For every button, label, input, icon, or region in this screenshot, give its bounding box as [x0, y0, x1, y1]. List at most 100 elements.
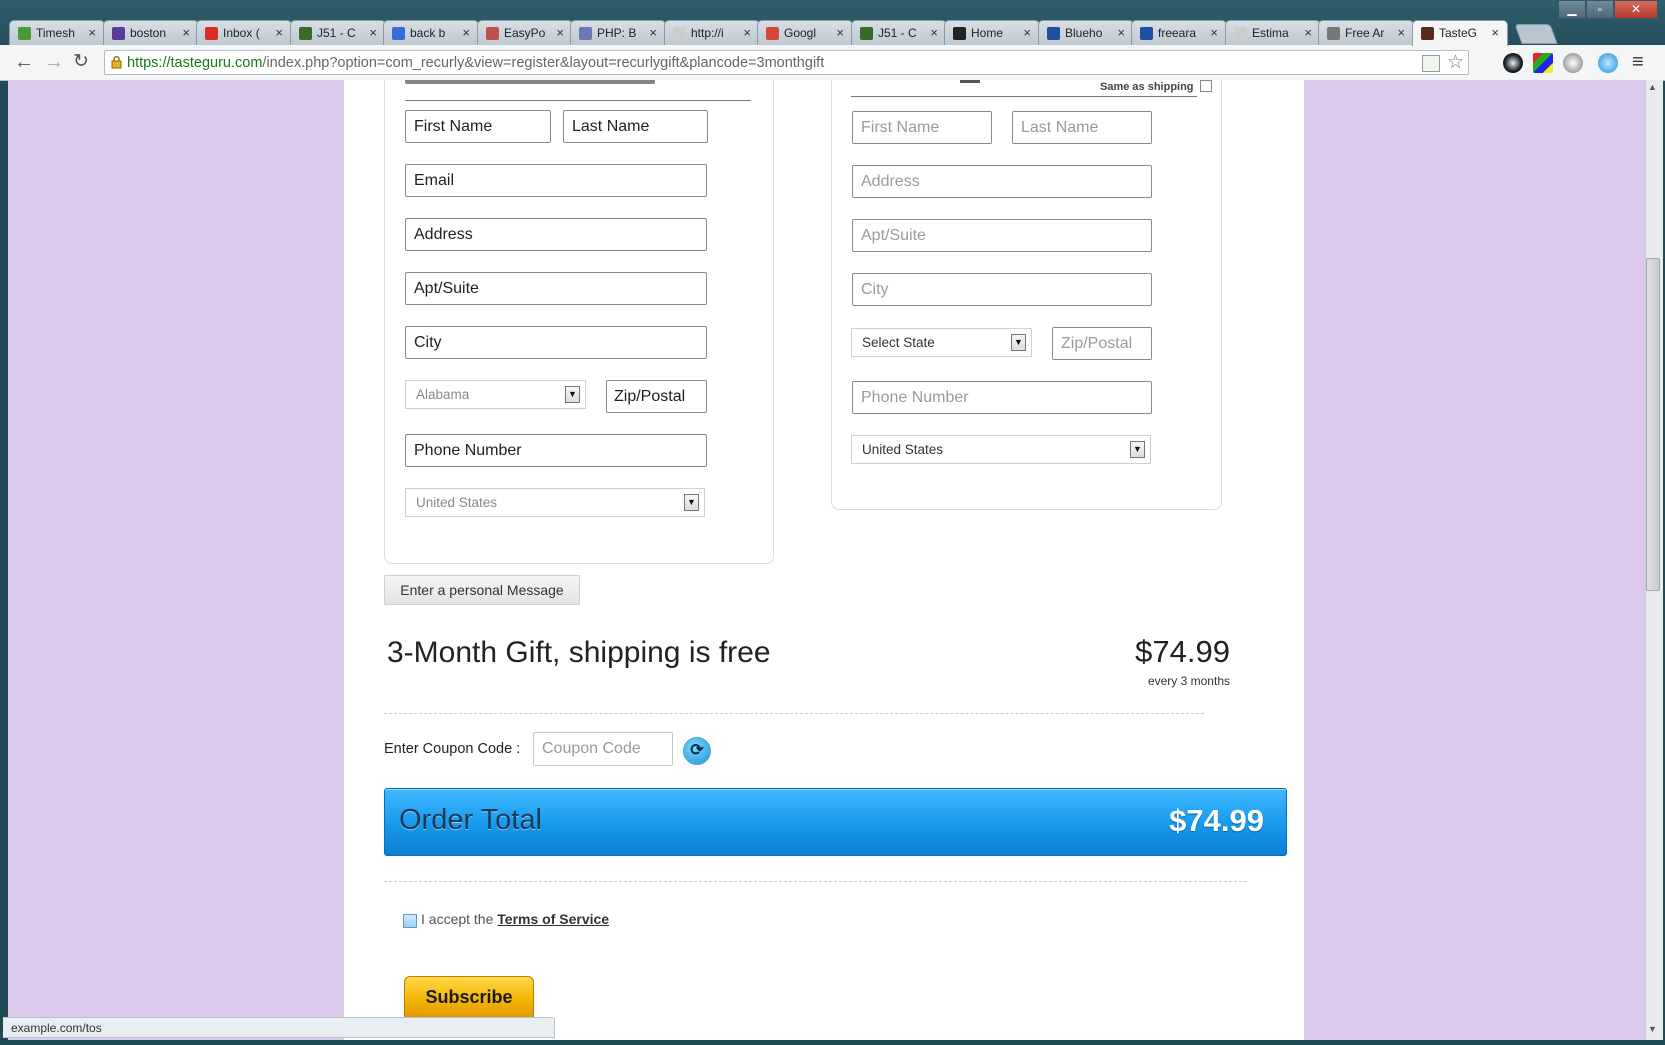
extension-icon-3[interactable]	[1563, 53, 1583, 73]
back-icon[interactable]: ←	[14, 52, 34, 72]
same-as-shipping-checkbox[interactable]	[1200, 80, 1212, 92]
leaf-icon	[18, 27, 31, 40]
new-tab-button[interactable]	[1514, 24, 1558, 44]
shipping-city-input[interactable]	[405, 326, 707, 359]
terms-of-service-link[interactable]: Terms of Service	[497, 911, 609, 927]
close-tab-icon[interactable]: ×	[930, 25, 938, 40]
shipping-country-select[interactable]: United States ▼	[405, 488, 705, 517]
terms-checkbox[interactable]	[403, 914, 417, 928]
close-tab-icon[interactable]: ×	[1304, 25, 1312, 40]
browser-tab[interactable]: back b ×	[383, 20, 479, 45]
billing-address-input[interactable]	[852, 165, 1152, 198]
order-total-bar: Order Total $74.99	[384, 788, 1287, 856]
scroll-down-arrow-icon[interactable]: ▼	[1648, 1024, 1657, 1034]
browser-tab[interactable]: J51 - C ×	[290, 20, 386, 45]
plan-divider	[384, 713, 1204, 714]
billing-zip-input[interactable]	[1052, 327, 1152, 360]
browser-tab[interactable]: Timesh ×	[9, 20, 105, 45]
close-tab-icon[interactable]: ×	[836, 25, 844, 40]
order-divider	[384, 881, 1247, 882]
browser-tab[interactable]: freeara ×	[1131, 20, 1227, 45]
close-tab-icon[interactable]: ×	[1210, 25, 1218, 40]
browser-tab[interactable]: Inbox ( ×	[196, 20, 292, 45]
browser-tab[interactable]: Googl ×	[757, 20, 853, 45]
billing-country-select[interactable]: United States ▼	[851, 435, 1151, 464]
address-bar[interactable]: https://tasteguru.com/index.php?option=c…	[104, 50, 1469, 75]
coupon-input[interactable]	[533, 732, 673, 766]
shipping-first-name-input[interactable]	[405, 110, 551, 143]
shipping-last-name-input[interactable]	[563, 110, 708, 143]
browser-tab[interactable]: PHP: B ×	[570, 20, 666, 45]
browser-tab[interactable]: EasyPo ×	[477, 20, 573, 45]
shipping-apt-input[interactable]	[405, 272, 707, 305]
shipping-state-select[interactable]: Alabama ▼	[405, 380, 586, 409]
billing-city-input[interactable]	[852, 273, 1152, 306]
browser-tab[interactable]: TasteG ×	[1412, 20, 1508, 46]
page-action-icon[interactable]	[1422, 55, 1440, 72]
close-tab-icon[interactable]: ×	[369, 25, 377, 40]
shipping-zip-input[interactable]	[606, 380, 707, 413]
scroll-thumb[interactable]	[1646, 258, 1660, 591]
close-tab-icon[interactable]: ×	[182, 25, 190, 40]
reload-icon[interactable]: ↻	[73, 52, 89, 72]
j51-icon	[860, 27, 873, 40]
url-host: tasteguru.com	[170, 55, 263, 71]
browser-tab[interactable]: http://i ×	[664, 20, 760, 45]
tab-label: J51 - C	[878, 26, 917, 40]
extension-icon-1[interactable]	[1503, 53, 1523, 73]
close-tab-icon[interactable]: ×	[556, 25, 564, 40]
browser-tab[interactable]: Free Ar ×	[1318, 20, 1414, 45]
gmail-icon	[205, 27, 218, 40]
scroll-up-arrow-icon[interactable]: ▲	[1648, 82, 1657, 92]
browser-tab[interactable]: Estima ×	[1225, 20, 1321, 45]
close-tab-icon[interactable]: ×	[1023, 25, 1031, 40]
tab-label: Timesh	[36, 26, 75, 40]
tab-label: Inbox (	[223, 26, 260, 40]
refresh-icon[interactable]: ⟳	[683, 737, 711, 765]
url-text: https://tasteguru.com/index.php?option=c…	[127, 55, 824, 71]
billing-country-value: United States	[862, 442, 944, 457]
order-total-label: Order Total	[399, 804, 542, 836]
close-tab-icon[interactable]: ×	[1397, 25, 1405, 40]
billing-first-name-input[interactable]	[852, 111, 992, 144]
tab-label: back b	[410, 26, 446, 40]
browser-tab[interactable]: J51 - C ×	[851, 20, 947, 45]
billing-state-select[interactable]: Select State ▼	[851, 328, 1032, 357]
minimize-button[interactable]: ▁	[1558, 0, 1586, 19]
chevron-down-icon: ▼	[565, 386, 580, 403]
url-scheme: https://	[127, 55, 171, 71]
menu-icon[interactable]: ≡	[1632, 51, 1644, 74]
php-icon	[579, 27, 592, 40]
forward-icon[interactable]: →	[44, 52, 64, 72]
close-tab-icon[interactable]: ×	[649, 25, 657, 40]
close-tab-icon[interactable]: ×	[1117, 25, 1125, 40]
tab-label: boston	[130, 26, 167, 40]
order-total-amount: $74.99	[1169, 803, 1264, 838]
close-tab-icon[interactable]: ×	[88, 25, 96, 40]
billing-phone-input[interactable]	[852, 381, 1152, 414]
close-tab-icon[interactable]: ×	[743, 25, 751, 40]
close-tab-icon[interactable]: ×	[1491, 25, 1499, 40]
google-plus-icon	[766, 27, 779, 40]
shipping-country-value: United States	[416, 495, 498, 510]
extension-icon-4[interactable]	[1598, 53, 1618, 73]
blank-page-icon	[673, 27, 686, 40]
extension-icon-2[interactable]	[1533, 53, 1553, 73]
browser-tab[interactable]: boston ×	[103, 20, 199, 45]
billing-apt-input[interactable]	[852, 219, 1152, 252]
bookmark-star-icon[interactable]: ☆	[1447, 51, 1464, 74]
subscribe-button[interactable]: Subscribe	[404, 976, 534, 1018]
close-tab-icon[interactable]: ×	[275, 25, 283, 40]
tab-label: Blueho	[1065, 26, 1103, 40]
personal-message-button[interactable]: Enter a personal Message	[384, 575, 580, 605]
billing-last-name-input[interactable]	[1012, 111, 1152, 144]
shipping-address-input[interactable]	[405, 218, 707, 251]
close-window-button[interactable]: ✕	[1614, 0, 1658, 19]
browser-tab[interactable]: Home ×	[944, 20, 1040, 45]
browser-tab[interactable]: Blueho ×	[1038, 20, 1134, 45]
shipping-phone-input[interactable]	[405, 434, 707, 467]
close-tab-icon[interactable]: ×	[462, 25, 470, 40]
maximize-button[interactable]: ▫	[1586, 0, 1614, 19]
shipping-email-input[interactable]	[405, 164, 707, 197]
x-icon	[953, 27, 966, 40]
